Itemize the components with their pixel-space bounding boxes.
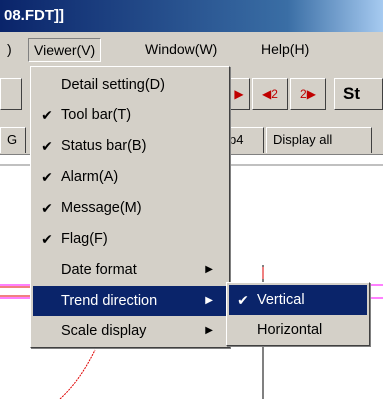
window-title: 08.FDT]] (4, 7, 64, 24)
checkmark-icon: ✔ (237, 292, 249, 308)
menu-item-label: Status bar(B) (61, 138, 147, 154)
menu-item-trend-direction[interactable]: Trend direction ▶ (33, 286, 227, 316)
menu-partial[interactable]: ) (2, 38, 17, 60)
menu-item-label: Alarm(A) (61, 169, 119, 185)
menu-item-detail-setting[interactable]: Detail setting(D) (33, 70, 227, 100)
menu-window[interactable]: Window(W) (140, 38, 222, 60)
toolbar-button-partial[interactable] (0, 78, 22, 110)
submenu-item-horizontal[interactable]: Horizontal (229, 315, 367, 345)
menu-help[interactable]: Help(H) (256, 38, 314, 60)
checkmark-icon: ✔ (41, 107, 53, 123)
trend-curve-red (59, 349, 96, 400)
submenu-item-label: Vertical (257, 292, 305, 308)
menu-item-label: Message(M) (61, 200, 142, 216)
next2-button[interactable]: 2▶ (290, 78, 326, 110)
next2-label: 2▶ (300, 87, 316, 101)
viewer-menu: Detail setting(D) ✔ Tool bar(T) ✔ Status… (30, 66, 230, 348)
tab-partial-left[interactable]: G (0, 127, 26, 153)
menu-item-flag[interactable]: ✔ Flag(F) (33, 224, 227, 254)
menu-bar: ) Viewer(V) Window(W) Help(H) (0, 32, 383, 66)
menu-item-alarm[interactable]: ✔ Alarm(A) (33, 162, 227, 192)
submenu-item-label: Horizontal (257, 322, 323, 338)
menu-item-date-format[interactable]: Date format ▶ (33, 255, 227, 285)
status-display: St (334, 78, 383, 110)
menu-item-label: Scale display (61, 323, 147, 339)
checkmark-icon: ✔ (41, 169, 53, 185)
checkmark-icon: ✔ (41, 200, 53, 216)
menu-item-label: Flag(F) (61, 231, 108, 247)
menu-item-message[interactable]: ✔ Message(M) (33, 193, 227, 223)
submenu-arrow-icon: ▶ (205, 325, 213, 336)
window-title-bar: 08.FDT]] (0, 0, 383, 32)
checkmark-icon: ✔ (41, 138, 53, 154)
submenu-arrow-icon: ▶ (205, 264, 213, 275)
tab-display-all[interactable]: Display all (266, 127, 372, 153)
next-button[interactable]: ▶ (228, 78, 250, 110)
menu-item-label: Trend direction (61, 293, 158, 309)
checkmark-icon: ✔ (41, 231, 53, 247)
menu-item-label: Tool bar(T) (61, 107, 132, 123)
menu-viewer[interactable]: Viewer(V) (28, 38, 102, 62)
submenu-item-vertical[interactable]: ✔ Vertical (229, 285, 367, 315)
trend-direction-submenu: ✔ Vertical Horizontal (226, 282, 370, 346)
submenu-arrow-icon: ▶ (205, 295, 213, 306)
menu-item-tool-bar[interactable]: ✔ Tool bar(T) (33, 100, 227, 130)
menu-item-scale-display[interactable]: Scale display ▶ (33, 316, 227, 346)
menu-item-status-bar[interactable]: ✔ Status bar(B) (33, 131, 227, 161)
prev2-button[interactable]: ◀2 (252, 78, 288, 110)
menu-item-label: Detail setting(D) (61, 77, 165, 93)
prev2-label: ◀2 (262, 87, 278, 101)
menu-item-label: Date format (61, 262, 137, 278)
